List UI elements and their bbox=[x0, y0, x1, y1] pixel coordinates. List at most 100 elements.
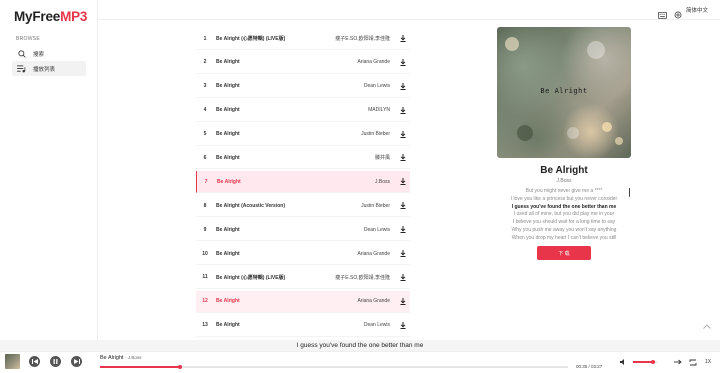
download-icon[interactable] bbox=[398, 153, 408, 163]
song-artist: Ariana Grande bbox=[357, 59, 390, 66]
now-playing-panel: Be Alright Be Alright J.Boss But you mig… bbox=[497, 27, 631, 260]
playlist-icon bbox=[17, 64, 26, 73]
next-button[interactable] bbox=[71, 356, 82, 367]
download-icon[interactable] bbox=[398, 81, 408, 91]
song-title: Be Alright bbox=[216, 131, 240, 138]
download-icon[interactable] bbox=[398, 225, 408, 235]
app-logo[interactable]: MyFreeMP3 bbox=[14, 9, 87, 24]
sidebar-item-playlist[interactable]: 播放列表 bbox=[12, 61, 86, 76]
download-icon[interactable] bbox=[398, 272, 408, 282]
sidebar-item-search[interactable]: 搜索 bbox=[12, 46, 86, 61]
download-icon[interactable] bbox=[398, 57, 408, 67]
song-row[interactable]: 10 Be Alright Ariana Grande bbox=[196, 243, 410, 266]
song-row[interactable]: 12 Be Alright Ariana Grande bbox=[196, 290, 410, 313]
song-artist: 瘦子E.SO,欧阳靖,李佳隆 bbox=[335, 274, 390, 281]
song-number: 13 bbox=[202, 322, 208, 329]
song-artist: Justin Bieber bbox=[361, 131, 390, 138]
song-artist: MADILYN bbox=[368, 107, 390, 114]
song-row[interactable]: 1 Be Alright (心愿特輯) (LIVE版) 瘦子E.SO,欧阳靖,李佳隆 bbox=[196, 28, 410, 50]
lyric-line: I guess you've found the one better than… bbox=[511, 203, 617, 210]
pause-button[interactable] bbox=[50, 356, 61, 367]
song-row[interactable]: 13 Be Alright Dean Lewis bbox=[196, 315, 410, 337]
download-icon[interactable] bbox=[398, 129, 408, 139]
song-row[interactable]: 3 Be Alright Dean Lewis bbox=[196, 76, 410, 98]
song-number: 3 bbox=[203, 83, 207, 90]
progress-handle[interactable] bbox=[177, 364, 182, 369]
download-icon[interactable] bbox=[398, 34, 408, 44]
player-track-title: Be Alright bbox=[100, 355, 124, 361]
song-row[interactable]: 7 Be Alright J.Boss bbox=[196, 171, 410, 194]
download-icon[interactable] bbox=[398, 249, 408, 259]
volume-handle[interactable] bbox=[651, 359, 656, 364]
song-artist: 瘦子E.SO,欧阳靖,李佳隆 bbox=[335, 36, 390, 42]
logo-part-2: MP3 bbox=[60, 9, 88, 24]
song-number: 5 bbox=[203, 131, 207, 138]
song-artist: Dean Lewis bbox=[363, 322, 390, 329]
song-title: Be Alright (Acoustic Version) bbox=[216, 202, 285, 209]
repeat-icon[interactable] bbox=[689, 358, 697, 366]
song-title: Be Alright bbox=[216, 226, 240, 233]
progress-fill bbox=[100, 366, 180, 368]
sidebar-item-label: 播放列表 bbox=[33, 66, 56, 73]
song-list: 1 Be Alright (心愿特輯) (LIVE版) 瘦子E.SO,欧阳靖,李佳隆… bbox=[196, 28, 410, 339]
lyric-line: I love you like a princess but you never… bbox=[510, 195, 618, 202]
keyboard-icon[interactable] bbox=[658, 6, 667, 19]
settings-icon[interactable] bbox=[674, 6, 682, 19]
download-icon[interactable] bbox=[398, 320, 408, 330]
song-title: Be Alright bbox=[216, 154, 240, 161]
download-button[interactable]: 下 载 bbox=[537, 246, 591, 260]
scroll-to-top-icon[interactable] bbox=[701, 321, 712, 332]
sidebar-item-label: 搜索 bbox=[33, 51, 45, 58]
lyric-line: I used all of mine, but you did play me … bbox=[513, 211, 615, 218]
song-title: Be Alright bbox=[216, 298, 240, 305]
language-selector[interactable]: 简体中文 bbox=[686, 6, 708, 14]
song-artist: Dean Lewis bbox=[363, 226, 390, 233]
browse-section-label: BROWSE bbox=[16, 36, 41, 42]
download-icon[interactable] bbox=[398, 201, 408, 211]
song-number: 2 bbox=[203, 59, 207, 66]
playback-speed[interactable]: 1X bbox=[705, 359, 711, 365]
download-icon[interactable] bbox=[398, 296, 408, 306]
song-row[interactable]: 5 Be Alright Justin Bieber bbox=[196, 124, 410, 146]
album-cover: Be Alright bbox=[497, 27, 631, 158]
previous-button[interactable] bbox=[29, 356, 40, 367]
song-artist: Dean Lewis bbox=[363, 83, 390, 90]
song-number: 10 bbox=[202, 250, 208, 257]
song-title: Be Alright bbox=[216, 59, 240, 66]
song-number: 12 bbox=[202, 298, 208, 305]
song-artist: Ariana Grande bbox=[357, 298, 390, 305]
song-row[interactable]: 6 Be Alright 滕井風 bbox=[196, 147, 410, 170]
song-title: Be Alright bbox=[217, 178, 241, 185]
download-icon[interactable] bbox=[398, 177, 408, 187]
lyrics-scrollbar[interactable] bbox=[628, 188, 630, 197]
lyrics-panel[interactable]: But you might never give me a **** I love… bbox=[497, 188, 631, 243]
download-icon[interactable] bbox=[398, 105, 408, 115]
song-title: Be Alright (心愿特輯) (LIVE版) bbox=[216, 274, 286, 281]
logo-part-1: MyFree bbox=[14, 9, 61, 24]
song-number: 4 bbox=[203, 107, 207, 114]
play-order-icon[interactable] bbox=[674, 358, 682, 366]
song-row[interactable]: 4 Be Alright MADILYN bbox=[196, 100, 410, 122]
lyric-line: But you might never give me a **** bbox=[525, 188, 603, 194]
volume-slider[interactable] bbox=[633, 359, 657, 364]
app-root: MyFreeMP3 BROWSE 搜索 播放列表 简体中文 1 Be Alrigh… bbox=[0, 0, 720, 373]
player-thumbnail[interactable] bbox=[5, 354, 20, 369]
top-bar: 简体中文 bbox=[98, 0, 720, 20]
song-row[interactable]: 2 Be Alright Ariana Grande bbox=[196, 52, 410, 74]
song-row[interactable]: 8 Be Alright (Acoustic Version) Justin Bie… bbox=[196, 195, 410, 218]
song-row[interactable]: 11 Be Alright (心愿特輯) (LIVE版) 瘦子E.SO,欧阳靖,李佳… bbox=[196, 267, 410, 289]
player-time: 00:35 / 03:27 bbox=[576, 364, 603, 369]
song-number: 11 bbox=[202, 274, 208, 281]
now-playing-title: Be Alright bbox=[540, 165, 588, 176]
song-title: Be Alright (心愿特輯) (LIVE版) bbox=[216, 36, 286, 42]
song-row[interactable]: 9 Be Alright Dean Lewis bbox=[196, 219, 410, 242]
lyric-line: I believe you should wait for a long tim… bbox=[512, 219, 616, 226]
song-title: Be Alright bbox=[216, 322, 240, 329]
song-number: 7 bbox=[204, 178, 208, 185]
progress-bar[interactable] bbox=[100, 364, 568, 369]
song-title: Be Alright bbox=[216, 83, 240, 90]
volume-icon[interactable] bbox=[619, 358, 627, 366]
lyric-line: Why you push me away you won't say anyth… bbox=[511, 226, 617, 233]
song-artist: Ariana Grande bbox=[357, 250, 390, 257]
song-title: Be Alright bbox=[216, 250, 240, 257]
